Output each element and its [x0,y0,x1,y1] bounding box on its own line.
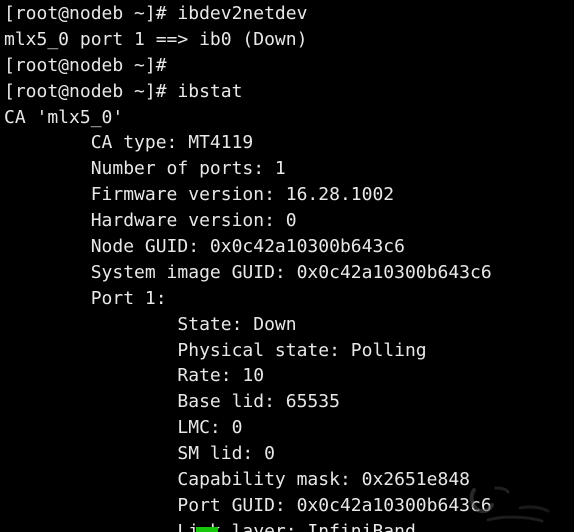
terminal-cursor [196,527,218,532]
terminal-line: Port 1: [4,287,167,309]
terminal-window[interactable]: [root@nodeb ~]# ibdev2netdev mlx5_0 port … [0,0,574,532]
terminal-line: Link layer: InfiniBand [177,520,416,532]
terminal-line: Capability mask: 0x2651e848 [4,469,470,491]
terminal-line: LMC: 0 [4,417,243,439]
terminal-line: Physical state: Polling [4,339,427,361]
terminal-line: State: Down [4,313,297,335]
terminal-line: Firmware version: 16.28.1002 [4,184,395,206]
terminal-line: Base lid: 65535 [4,391,340,413]
terminal-line: CA 'mlx5_0' [4,106,124,128]
terminal-line: CA type: MT4119 [4,132,254,154]
terminal-line: [root@nodeb ~]# ibstat [4,80,243,102]
terminal-line: Hardware version: 0 [4,210,297,232]
terminal-line: Port GUID: 0x0c42a10300b643c6 [4,494,492,516]
terminal-line: mlx5_0 port 1 ==> ib0 (Down) [4,28,308,50]
terminal-line: [root@nodeb ~]# ibdev2netdev [4,3,308,24]
terminal-line: Rate: 10 [4,365,265,387]
terminal-output-buffer: [root@nodeb ~]# ibdev2netdev mlx5_0 port … [4,1,574,532]
terminal-line: SM lid: 0 [4,443,275,465]
terminal-line: System image GUID: 0x0c42a10300b643c6 [4,261,492,283]
terminal-line: Node GUID: 0x0c42a10300b643c6 [4,236,405,258]
terminal-line: Number of ports: 1 [4,158,286,180]
terminal-line: [root@nodeb ~]# [4,54,167,76]
